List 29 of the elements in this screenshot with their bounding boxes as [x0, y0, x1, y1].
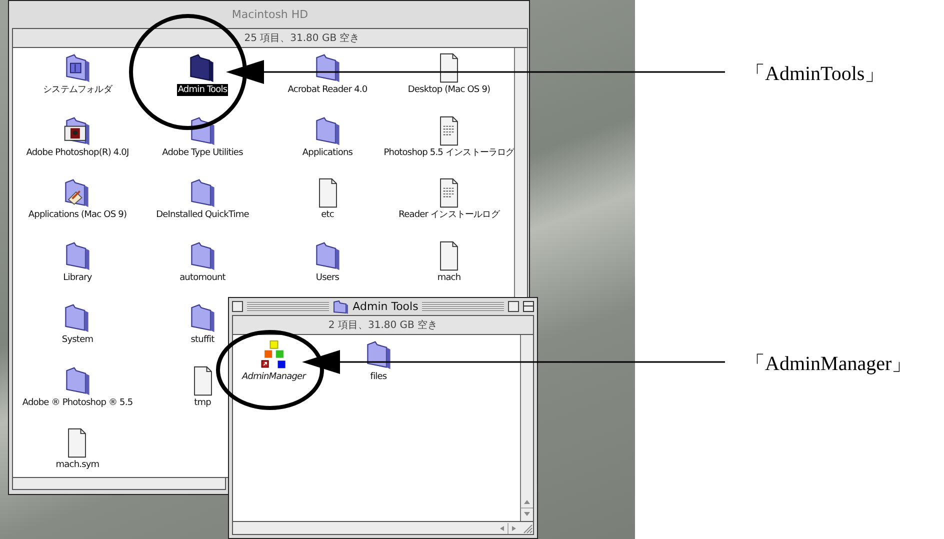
file-item[interactable]: mach [433, 240, 465, 284]
file-item[interactable]: tmp [186, 364, 218, 408]
file-item[interactable]: stuffit [186, 302, 218, 346]
callout-label: 「AdminManager」 [745, 352, 912, 377]
file-item[interactable]: mach.sym [54, 427, 100, 471]
file-item[interactable]: Reader インストールログ [398, 177, 500, 221]
file-item[interactable]: etc [312, 177, 344, 221]
window-title: Admin Tools [352, 300, 418, 313]
file-item[interactable]: Admin Tools [176, 52, 228, 96]
file-item[interactable]: Photoshop 5.5 インストーラログ [382, 114, 516, 158]
file-item[interactable]: システムフォルダ [42, 52, 113, 96]
status-text: 25 項目、31.80 GB 空き [243, 32, 360, 45]
file-item[interactable]: Desktop (Mac OS 9) [406, 52, 492, 96]
file-item[interactable]: Applications (Mac OS 9) [27, 177, 128, 221]
callout-label: 「AdminTools」 [745, 62, 885, 87]
file-item[interactable]: Library [62, 240, 94, 284]
status-text: 2 項目、31.80 GB 空き [328, 318, 438, 332]
file-item[interactable]: Acrobat Reader 4.0 [286, 52, 368, 96]
file-item[interactable]: automount [178, 240, 226, 284]
file-item[interactable]: System [60, 302, 94, 346]
file-item[interactable]: AdminManager [241, 339, 306, 383]
file-item[interactable]: Adobe Type Utilities [161, 114, 244, 158]
file-item[interactable]: Users [312, 240, 344, 284]
file-item[interactable]: Applications [301, 114, 354, 158]
file-item[interactable]: DeInstalled QuickTime [155, 177, 250, 221]
window-title: Macintosh HD [232, 8, 308, 21]
file-item[interactable]: Adobe Photoshop(R) 4.0J [25, 114, 130, 158]
file-item[interactable]: Adobe ® Photoshop ® 5.5 [21, 364, 134, 408]
file-item[interactable]: files [362, 339, 394, 383]
